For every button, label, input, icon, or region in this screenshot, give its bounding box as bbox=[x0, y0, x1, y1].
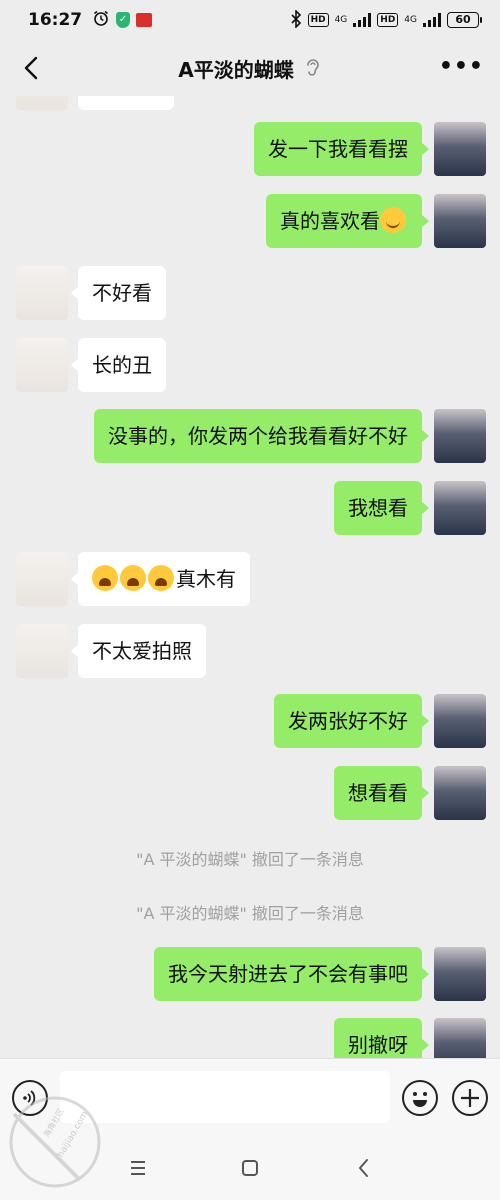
status-bar: 16:27 ✓ HD 4G HD 4G 60 bbox=[0, 0, 500, 40]
crying-laughing-emoji-icon bbox=[92, 565, 118, 591]
self-avatar[interactable] bbox=[434, 1018, 486, 1058]
contact-avatar[interactable] bbox=[16, 266, 68, 320]
menu-icon bbox=[131, 1161, 145, 1175]
message-bubble-out[interactable]: 我今天射进去了不会有事吧 bbox=[154, 947, 429, 1001]
message-row-partial bbox=[0, 96, 500, 110]
more-options-button[interactable]: ••• bbox=[439, 54, 484, 79]
recall-notice: "A 平淡的蝴蝶" 撤回了一条消息 bbox=[136, 904, 364, 923]
message-bubble-in[interactable]: 不好看 bbox=[71, 266, 166, 320]
message-row-2: 真的喜欢看 bbox=[0, 194, 500, 248]
self-avatar[interactable] bbox=[434, 947, 486, 1001]
message-text: 真的喜欢看 bbox=[280, 209, 380, 233]
message-text: 发两张好不好 bbox=[288, 709, 408, 733]
message-row-9: 发两张好不好 bbox=[0, 694, 500, 748]
message-text: 没事的，你发两个给我看看好不好 bbox=[108, 424, 408, 448]
message-bubble-out[interactable]: 真的喜欢看 bbox=[266, 194, 429, 248]
message-row-3: 不好看 bbox=[0, 266, 500, 320]
crying-laughing-emoji-icon bbox=[148, 565, 174, 591]
message-bubble-out[interactable]: 我想看 bbox=[334, 481, 429, 535]
watermark-logo: haijiao.com 海角社区 bbox=[0, 1080, 110, 1200]
smile-emoji-icon bbox=[380, 207, 406, 233]
network-type-1: 4G bbox=[334, 14, 348, 25]
message-row-5: 没事的，你发两个给我看看好不好 bbox=[0, 409, 500, 463]
battery-level: 60 bbox=[447, 12, 479, 28]
ear-icon bbox=[306, 59, 319, 76]
chat-title[interactable]: A平淡的蝴蝶 bbox=[178, 54, 293, 83]
message-row-8: 不太爱拍照 bbox=[0, 624, 500, 678]
self-avatar[interactable] bbox=[434, 766, 486, 820]
signal-icon-1 bbox=[353, 13, 372, 27]
message-row-7: 真木有 bbox=[0, 552, 500, 606]
message-bubble-in[interactable]: 不太爱拍照 bbox=[71, 624, 206, 678]
message-bubble-out[interactable]: 没事的，你发两个给我看看好不好 bbox=[94, 409, 429, 463]
recall-notice: "A 平淡的蝴蝶" 撤回了一条消息 bbox=[136, 850, 364, 869]
message-text: 我想看 bbox=[348, 496, 408, 520]
message-bubble-out[interactable]: 发一下我看看摆 bbox=[254, 122, 429, 176]
triangle-back-icon bbox=[359, 1159, 368, 1177]
chevron-left-icon bbox=[24, 56, 38, 80]
message-row-10: 想看看 bbox=[0, 766, 500, 820]
self-avatar[interactable] bbox=[434, 194, 486, 248]
self-avatar[interactable] bbox=[434, 481, 486, 535]
message-bubble-out[interactable]: 别撤呀 bbox=[334, 1018, 429, 1058]
message-text: 真木有 bbox=[176, 567, 236, 591]
contact-avatar[interactable] bbox=[16, 624, 68, 678]
back-button[interactable] bbox=[14, 50, 50, 86]
hd-badge-2: HD bbox=[377, 13, 399, 27]
message-bubble-in[interactable]: 真木有 bbox=[71, 552, 250, 606]
status-right-group: HD 4G HD 4G 60 bbox=[290, 8, 482, 31]
message-text: 发一下我看看摆 bbox=[268, 137, 408, 161]
message-row-1: 发一下我看看摆 bbox=[0, 122, 500, 176]
message-text: 长的丑 bbox=[92, 353, 152, 377]
battery-icon: 60 bbox=[447, 12, 482, 28]
more-actions-button[interactable] bbox=[452, 1080, 488, 1116]
plus-icon bbox=[461, 1089, 479, 1107]
emoji-button[interactable] bbox=[402, 1080, 438, 1116]
message-text: 不太爱拍照 bbox=[92, 639, 192, 663]
message-bubble-out[interactable]: 发两张好不好 bbox=[274, 694, 429, 748]
app-notification-icon bbox=[136, 13, 153, 27]
home-button[interactable] bbox=[232, 1150, 268, 1186]
system-back-button[interactable] bbox=[346, 1150, 382, 1186]
signal-icon-2 bbox=[423, 13, 441, 27]
network-type-2: 4G bbox=[404, 14, 417, 25]
message-bubble-partial[interactable] bbox=[78, 96, 174, 110]
message-bubble-out[interactable]: 想看看 bbox=[334, 766, 429, 820]
message-text: 别撤呀 bbox=[348, 1033, 408, 1057]
chat-header: A平淡的蝴蝶 ••• bbox=[0, 40, 500, 96]
contact-avatar[interactable] bbox=[16, 552, 68, 606]
alarm-icon bbox=[92, 9, 110, 31]
message-text: 想看看 bbox=[348, 781, 408, 805]
self-avatar[interactable] bbox=[434, 122, 486, 176]
message-text: 我今天射进去了不会有事吧 bbox=[168, 962, 408, 986]
recent-apps-button[interactable] bbox=[120, 1150, 156, 1186]
message-row-13: 我今天射进去了不会有事吧 bbox=[0, 947, 500, 1001]
message-row-6: 我想看 bbox=[0, 481, 500, 535]
message-bubble-in[interactable]: 长的丑 bbox=[71, 338, 166, 392]
security-shield-icon: ✓ bbox=[116, 12, 131, 28]
hd-badge-1: HD bbox=[307, 13, 329, 27]
status-time: 16:27 bbox=[28, 10, 83, 30]
watermark-text: 海角社区 bbox=[41, 1106, 66, 1139]
bluetooth-icon bbox=[290, 8, 302, 31]
square-home-icon bbox=[242, 1160, 258, 1176]
message-list[interactable]: 发一下我看看摆 真的喜欢看 不好看 长的丑 没事的，你发两个给我看看好不好 我想… bbox=[0, 96, 500, 1058]
emoji-icon bbox=[413, 1092, 427, 1107]
self-avatar[interactable] bbox=[434, 409, 486, 463]
contact-avatar[interactable] bbox=[16, 338, 68, 392]
message-text: 不好看 bbox=[92, 281, 152, 305]
message-row-4: 长的丑 bbox=[0, 338, 500, 392]
contact-avatar[interactable] bbox=[16, 96, 68, 110]
message-row-14: 别撤呀 bbox=[0, 1018, 500, 1058]
crying-laughing-emoji-icon bbox=[120, 565, 146, 591]
self-avatar[interactable] bbox=[434, 694, 486, 748]
